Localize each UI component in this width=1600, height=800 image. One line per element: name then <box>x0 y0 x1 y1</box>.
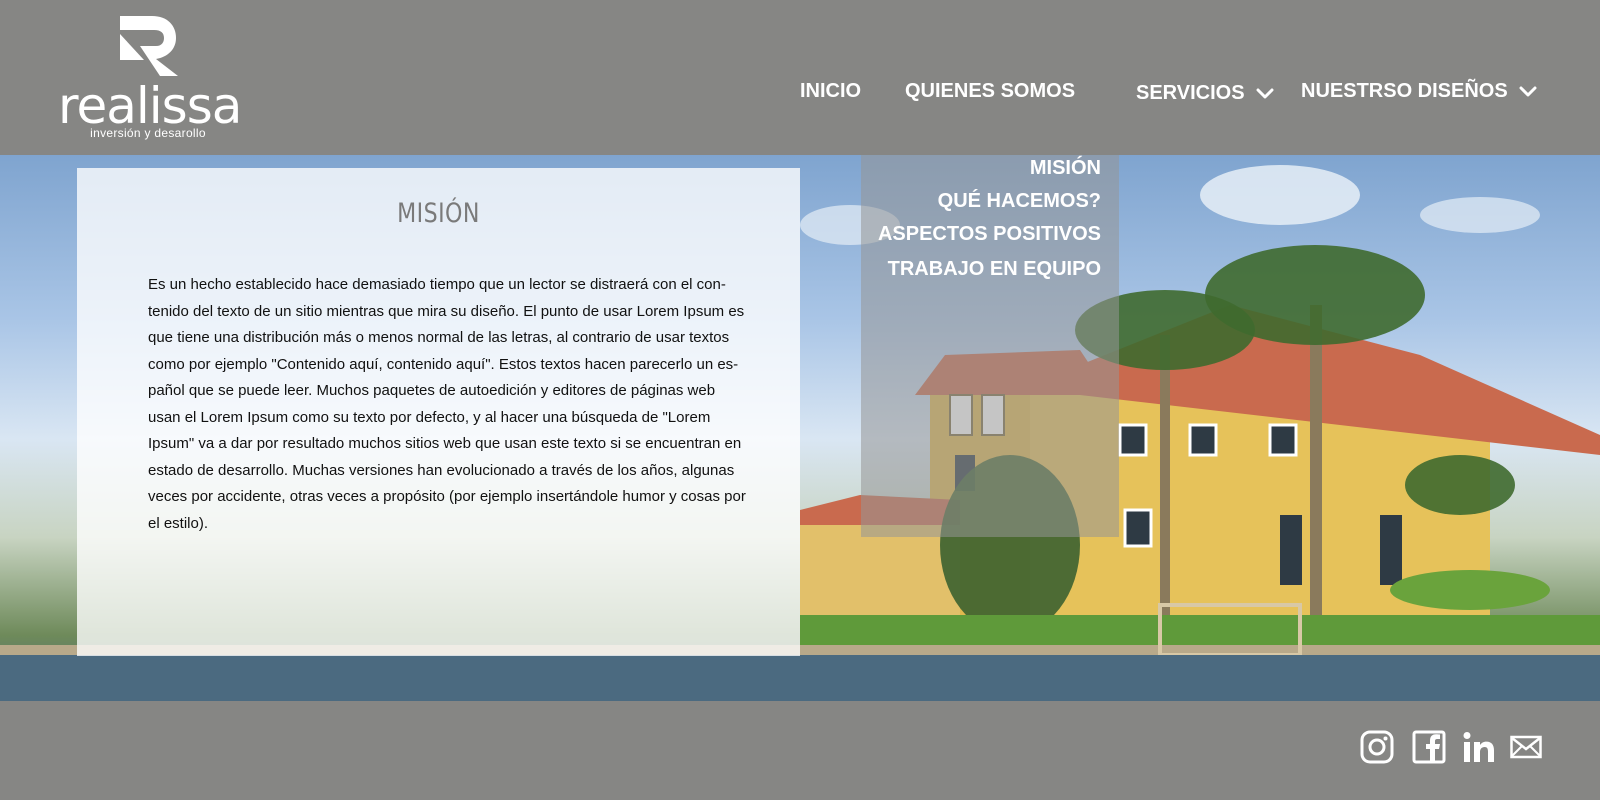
submenu-item-trabajo-en-equipo[interactable]: TRABAJO EN EQUIPO <box>888 256 1101 282</box>
hero-section: MISIÓN Es un hecho establecido hace dema… <box>0 155 1600 701</box>
submenu-item-que-hacemos[interactable]: QUÉ HACEMOS? <box>938 188 1101 214</box>
nav-inicio[interactable]: INICIO <box>800 78 861 104</box>
nav-quienes-somos[interactable]: QUIENES SOMOS <box>905 78 1075 104</box>
panel-body-line: usan el Lorem Ipsum como su texto por de… <box>148 408 711 426</box>
logo-tagline: inversión y desarollo <box>90 126 206 140</box>
panel-body-line: tenido del texto de un sitio mientras qu… <box>148 302 745 320</box>
panel-body-line: que tiene una distribución más o menos n… <box>148 329 730 346</box>
site-footer <box>0 701 1600 800</box>
panel-body-line: Ipsum" va a dar por resultado muchos sit… <box>148 435 742 452</box>
nav-servicios[interactable]: SERVICIOS <box>1136 80 1274 106</box>
logo[interactable]: realissa inversión y desarollo <box>58 16 242 141</box>
panel-body-line: Es un hecho establecido hace demasiado t… <box>148 276 726 293</box>
panel-body-line: pañol que se puede leer. Muchos paquetes… <box>148 382 716 399</box>
nav-label: INICIO <box>800 80 862 102</box>
panel-body-line: veces por accidente, otras veces a propó… <box>148 488 746 505</box>
submenu-item-aspectos-positivos[interactable]: ASPECTOS POSITIVOS <box>878 221 1101 247</box>
nav-label: NUESTRSO DISEÑOS <box>1301 80 1508 102</box>
nav-label: SERVICIOS <box>1136 82 1245 104</box>
chevron-down-icon <box>1256 88 1274 99</box>
mail-icon[interactable] <box>1510 730 1542 764</box>
linkedin-icon[interactable] <box>1462 730 1496 764</box>
instagram-icon[interactable] <box>1360 730 1394 764</box>
nav-nuestros-disenos[interactable]: NUESTRSO DISEÑOS <box>1301 78 1537 104</box>
servicios-dropdown: MISIÓN QUÉ HACEMOS? ASPECTOS POSITIVOS T… <box>861 155 1119 537</box>
logo-r-icon <box>120 16 178 76</box>
submenu-item-mision[interactable]: MISIÓN <box>1030 155 1101 181</box>
panel-title: MISIÓN <box>397 198 480 229</box>
nav-label: QUIENES SOMOS <box>905 80 1076 102</box>
panel-body: Es un hecho establecido hace demasiado t… <box>148 272 754 537</box>
mission-panel: MISIÓN Es un hecho establecido hace dema… <box>77 168 800 656</box>
chevron-down-icon <box>1519 86 1537 97</box>
panel-body-line: como por ejemplo "Contenido aquí, conten… <box>148 355 739 373</box>
panel-body-line: el estilo). <box>148 514 209 532</box>
site-header: realissa inversión y desarollo INICIO QU… <box>0 0 1600 155</box>
facebook-icon[interactable] <box>1412 730 1446 764</box>
panel-body-line: estado de desarrollo. Muchas versiones h… <box>148 461 735 479</box>
